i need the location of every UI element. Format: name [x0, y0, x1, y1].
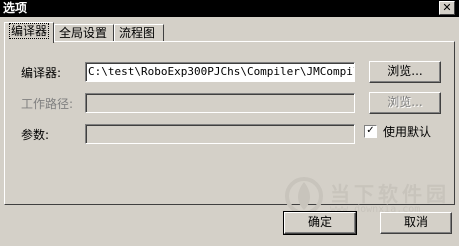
compiler-path-input[interactable]: C:\test\RoboExp300PJChs\Compiler\JMCompi…	[85, 62, 355, 82]
use-default-label: 使用默认	[383, 125, 432, 139]
title-bar[interactable]: 选项 ✕	[0, 0, 459, 17]
params-label: 参数:	[21, 128, 50, 142]
ok-button[interactable]: 确定	[283, 211, 357, 235]
tab-compiler[interactable]: 编译器	[4, 22, 54, 43]
compiler-label: 编译器:	[21, 66, 62, 80]
workdir-browse-button[interactable]: 浏览...	[369, 92, 441, 114]
tab-global-settings[interactable]: 全局设置	[54, 24, 114, 42]
close-button[interactable]: ✕	[439, 1, 455, 15]
window-title: 选项	[3, 1, 28, 15]
cancel-button[interactable]: 取消	[380, 212, 452, 234]
workdir-label: 工作路径:	[21, 97, 74, 111]
compiler-browse-button[interactable]: 浏览...	[369, 61, 441, 83]
tab-compiler-label: 编译器	[9, 23, 50, 39]
downxia-logo-icon	[285, 177, 323, 215]
use-default-checkbox[interactable]: ✓	[364, 125, 377, 138]
workdir-input[interactable]	[85, 93, 355, 113]
options-dialog: 选项 ✕ 编译器 全局设置 流程图 编译器: C:\test\RoboExp30…	[0, 0, 459, 246]
tab-flowchart-label: 流程图	[119, 26, 156, 40]
close-icon: ✕	[442, 1, 452, 14]
tab-flowchart[interactable]: 流程图	[114, 24, 164, 42]
params-input[interactable]	[85, 124, 355, 144]
watermark-brand: 当下软件园	[330, 182, 450, 206]
tab-global-settings-label: 全局设置	[59, 26, 108, 40]
check-icon: ✓	[366, 125, 375, 136]
